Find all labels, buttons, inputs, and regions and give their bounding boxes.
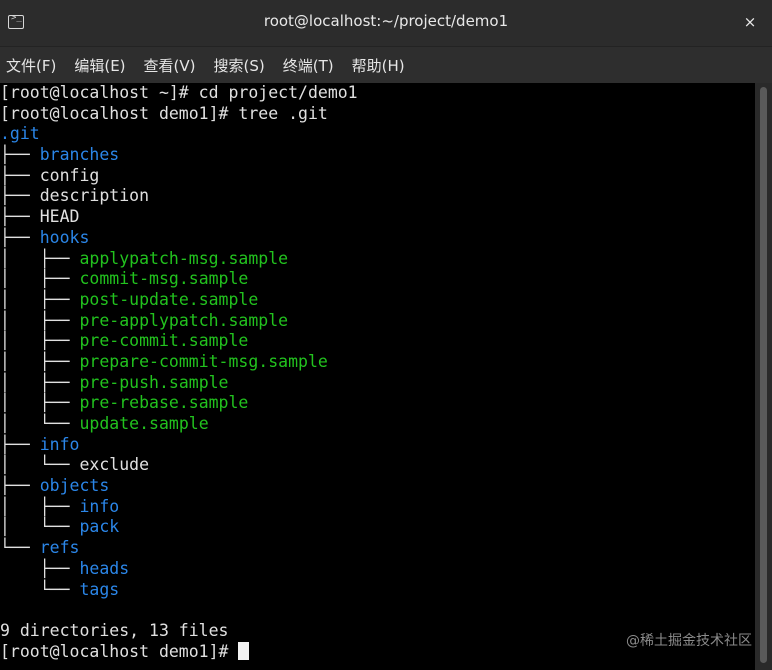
terminal-line: │ ├── commit-msg.sample xyxy=(0,269,358,290)
menu-terminal[interactable]: 终端(T) xyxy=(283,55,334,76)
vertical-scrollbar[interactable] xyxy=(755,83,772,670)
menu-edit[interactable]: 编辑(E) xyxy=(74,55,125,76)
directory-entry: heads xyxy=(79,558,130,578)
menu-bar: 文件(F) 编辑(E) 查看(V) 搜索(S) 终端(T) 帮助(H) xyxy=(0,47,772,83)
directory-entry: tags xyxy=(79,579,120,599)
terminal-line: [root@localhost demo1]# xyxy=(0,641,358,663)
terminal-line: ├── config xyxy=(0,166,358,187)
watermark: @稀土掘金技术社区 xyxy=(626,633,752,649)
terminal-segment: ├── xyxy=(0,434,40,454)
terminal-segment: │ ├── xyxy=(0,289,80,309)
terminal-line: ├── info xyxy=(0,435,358,456)
terminal-line: 9 directories, 13 files xyxy=(0,621,358,642)
terminal-window: >_ root@localhost:~/project/demo1 × 文件(F… xyxy=(0,0,772,670)
terminal-line: ├── description xyxy=(0,186,358,207)
terminal-line: ├── hooks xyxy=(0,228,358,249)
terminal-segment: │ ├── xyxy=(0,331,80,351)
text-cursor xyxy=(238,641,250,660)
executable-entry: prepare-commit-msg.sample xyxy=(79,351,328,371)
terminal-segment: │ ├── xyxy=(0,269,80,289)
terminal-line: ├── heads xyxy=(0,559,358,580)
menu-view[interactable]: 查看(V) xyxy=(144,55,196,76)
directory-entry: .git xyxy=(0,124,40,144)
window-title: root@localhost:~/project/demo1 xyxy=(263,12,509,30)
terminal-line: │ └── exclude xyxy=(0,455,358,476)
terminal-segment: [root@localhost demo1]# xyxy=(0,641,239,661)
directory-entry: pack xyxy=(79,517,120,537)
executable-entry: pre-push.sample xyxy=(79,372,229,392)
terminal-text: [root@localhost ~]# cd project/demo1 [roo… xyxy=(0,83,358,662)
menu-help[interactable]: 帮助(H) xyxy=(352,55,405,76)
terminal-segment: ├── HEAD xyxy=(0,207,80,227)
executable-entry: update.sample xyxy=(79,414,209,433)
terminal-line: │ ├── applypatch-msg.sample xyxy=(0,249,358,270)
terminal-line: │ ├── pre-applypatch.sample xyxy=(0,311,358,332)
terminal-line: │ ├── prepare-commit-msg.sample xyxy=(0,352,358,373)
terminal-line: │ ├── pre-rebase.sample xyxy=(0,393,358,414)
terminal-line: │ ├── pre-commit.sample xyxy=(0,331,358,352)
menu-search[interactable]: 搜索(S) xyxy=(214,55,265,76)
terminal-line: │ └── pack xyxy=(0,517,358,538)
executable-entry: pre-commit.sample xyxy=(79,331,249,351)
terminal-segment: │ ├── xyxy=(0,248,80,268)
terminal-line: │ └── update.sample xyxy=(0,414,358,435)
directory-entry: hooks xyxy=(39,227,90,247)
menu-file[interactable]: 文件(F) xyxy=(6,55,56,76)
directory-entry: branches xyxy=(39,145,120,165)
terminal-segment: ├── xyxy=(0,476,40,496)
terminal-segment: ├── config xyxy=(0,165,100,185)
terminal-line: ├── HEAD xyxy=(0,207,358,228)
terminal-segment: ├── xyxy=(0,145,40,165)
terminal-line: │ ├── pre-push.sample xyxy=(0,373,358,394)
terminal-segment: └── xyxy=(0,538,40,558)
directory-entry: refs xyxy=(39,538,80,558)
executable-entry: applypatch-msg.sample xyxy=(79,248,289,268)
terminal-line: │ ├── info xyxy=(0,497,358,518)
terminal-line: └── refs xyxy=(0,538,358,559)
terminal-segment: ├── xyxy=(0,227,40,247)
terminal-output[interactable]: [root@localhost ~]# cd project/demo1 [roo… xyxy=(0,83,755,670)
terminal-line: ├── objects xyxy=(0,476,358,497)
terminal-line: │ ├── post-update.sample xyxy=(0,290,358,311)
terminal-segment: │ ├── xyxy=(0,351,80,371)
terminal-segment: 9 directories, 13 files xyxy=(0,620,229,640)
terminal-segment: [root@localhost ~]# cd project/demo1 xyxy=(0,83,358,102)
executable-entry: pre-rebase.sample xyxy=(79,393,249,413)
close-button[interactable]: × xyxy=(740,10,760,34)
terminal-line: └── tags xyxy=(0,580,358,601)
terminal-line: .git xyxy=(0,124,358,145)
terminal-segment: │ └── xyxy=(0,517,80,537)
executable-entry: commit-msg.sample xyxy=(79,269,249,289)
executable-entry: post-update.sample xyxy=(79,289,259,309)
scrollbar-thumb[interactable] xyxy=(760,87,767,663)
terminal-line: [root@localhost ~]# cd project/demo1 xyxy=(0,83,358,104)
terminal-segment: ├── description xyxy=(0,186,150,206)
title-bar[interactable]: >_ root@localhost:~/project/demo1 × xyxy=(0,0,772,47)
terminal-line: [root@localhost demo1]# tree .git xyxy=(0,104,358,125)
terminal-segment: ├── xyxy=(0,558,80,578)
directory-entry: info xyxy=(79,496,120,516)
terminal-segment: │ ├── xyxy=(0,496,80,516)
directory-entry: objects xyxy=(39,476,110,496)
terminal-segment: │ ├── xyxy=(0,310,80,330)
terminal-segment: └── xyxy=(0,579,80,599)
terminal-segment: │ ├── xyxy=(0,372,80,392)
executable-entry: pre-applypatch.sample xyxy=(79,310,289,330)
terminal-segment: │ ├── xyxy=(0,393,80,413)
terminal-segment: │ └── exclude xyxy=(0,455,150,475)
terminal-line: ├── branches xyxy=(0,145,358,166)
terminal-segment: │ └── xyxy=(0,414,80,433)
terminal-segment: [root@localhost demo1]# tree .git xyxy=(0,103,328,123)
directory-entry: info xyxy=(39,434,80,454)
